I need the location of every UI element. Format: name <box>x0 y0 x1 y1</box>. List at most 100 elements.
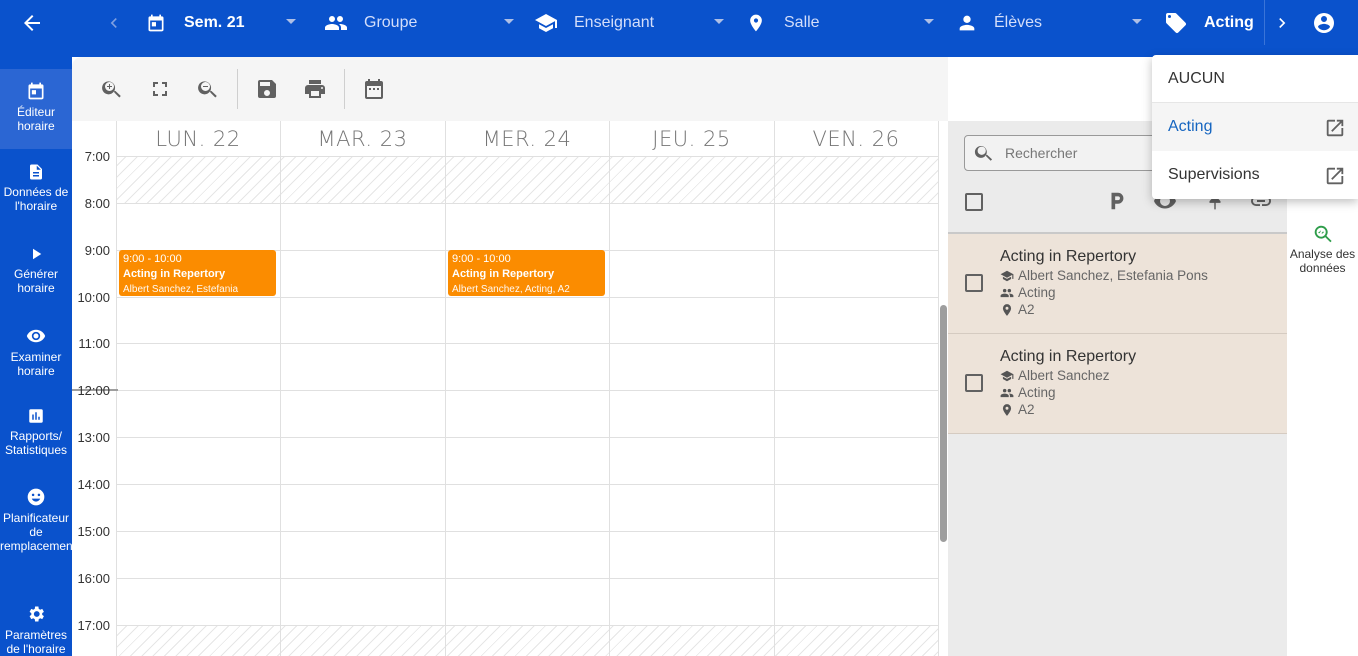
teacher-selector[interactable]: Enseignant <box>534 0 724 45</box>
open-in-new-icon[interactable] <box>1324 117 1346 139</box>
calendar-scrollbar[interactable] <box>940 305 947 542</box>
lesson-teachers-text: Albert Sanchez, Estefania Pons <box>1018 268 1208 283</box>
event-title: Acting in Repertory <box>123 268 226 280</box>
event-time: 9:00 - 10:00 <box>123 253 182 265</box>
day-header: VEN. 26 <box>812 127 900 151</box>
grid-line <box>280 121 281 656</box>
data-analysis-button[interactable]: Analyse des données <box>1287 223 1358 275</box>
calendar-event[interactable]: 9:00 - 10:00 Acting in Repertory Albert … <box>448 250 605 296</box>
room-selector[interactable]: Salle <box>746 0 934 45</box>
analytics-icon <box>1314 225 1332 243</box>
save-icon <box>258 80 276 98</box>
grid-line <box>445 121 446 656</box>
group-selector[interactable]: Groupe <box>324 0 514 45</box>
grid-line <box>938 121 939 656</box>
previous-button[interactable] <box>104 0 124 45</box>
search-icon <box>974 145 993 161</box>
sidebar-item-label: Générer horaire <box>13 267 59 295</box>
select-all-checkbox[interactable] <box>965 193 983 211</box>
calendar-edit-icon <box>28 82 44 100</box>
day-header: MER. 24 <box>482 127 572 151</box>
next-button[interactable] <box>1272 0 1292 45</box>
lesson-checkbox[interactable] <box>965 274 983 292</box>
sidebar-item-generate[interactable]: Générer horaire <box>0 245 72 295</box>
week-selector[interactable]: Sem. 21 <box>146 0 296 45</box>
lesson-teachers: Albert Sanchez <box>1000 368 1110 383</box>
lesson-card[interactable]: Acting in Repertory Albert Sanchez Actin… <box>948 334 1287 434</box>
fullscreen-icon <box>153 82 167 96</box>
lesson-room-text: A2 <box>1018 302 1035 317</box>
week-label: Sem. 21 <box>184 13 245 31</box>
search-input[interactable]: Rechercher <box>964 135 1174 171</box>
lesson-checkbox[interactable] <box>965 374 983 392</box>
lesson-room: A2 <box>1000 302 1035 317</box>
zoom-in-button[interactable] <box>100 77 124 101</box>
chevron-down-icon <box>714 19 724 24</box>
open-in-new-icon[interactable] <box>1324 165 1346 187</box>
document-icon <box>30 164 42 180</box>
lesson-card[interactable]: Acting in Repertory Albert Sanchez, Este… <box>948 234 1287 334</box>
play-icon <box>33 248 42 260</box>
time-label: 14:00 <box>77 477 110 492</box>
time-label: 7:00 <box>84 149 110 164</box>
lesson-title: Acting in Repertory <box>1000 348 1137 365</box>
students-label: Élèves <box>994 13 1043 31</box>
lesson-teachers: Albert Sanchez, Estefania Pons <box>1000 268 1208 283</box>
zoom-out-button[interactable] <box>196 77 220 101</box>
grid-line <box>116 484 938 485</box>
calendar-button[interactable] <box>362 77 386 101</box>
sidebar-item-schedule-editor[interactable]: Éditeur horaire <box>0 69 72 149</box>
sidebar-item-substitute-planner[interactable]: Planificateur de remplacement <box>0 487 76 553</box>
sidebar-item-label: Données de l'horaire <box>3 185 69 213</box>
event-detail: Albert Sanchez, Estefania <box>123 284 239 295</box>
sidebar-item-reports[interactable]: Rapports/ Statistiques <box>0 407 72 457</box>
chevron-down-icon <box>504 19 514 24</box>
tag-dropdown-menu: AUCUN Acting Supervisions <box>1152 55 1358 199</box>
save-button[interactable] <box>255 77 279 101</box>
divider <box>1264 0 1265 45</box>
day-header: JEU. 25 <box>652 127 731 151</box>
calendar-event[interactable]: 9:00 - 10:00 Acting in Repertory Albert … <box>119 250 276 296</box>
sidebar-item-label: Paramètres de l'horaire <box>4 628 68 656</box>
parking-icon[interactable] <box>1106 190 1128 212</box>
top-bar: Sem. 21 Groupe Enseignant Salle Élèves A… <box>0 0 1358 57</box>
grid-line <box>116 297 938 298</box>
arrow-left-icon <box>24 14 40 31</box>
teacher-label: Enseignant <box>574 13 655 31</box>
group-icon <box>325 15 347 30</box>
print-icon <box>305 80 325 98</box>
sidebar-item-review[interactable]: Examiner horaire <box>0 326 72 378</box>
graduation-cap-icon <box>535 13 557 32</box>
sidebar-item-settings[interactable]: Paramètres de l'horaire <box>0 604 72 656</box>
fit-screen-button[interactable] <box>148 77 172 101</box>
lesson-group-text: Acting <box>1018 385 1056 400</box>
menu-item-acting[interactable]: Acting <box>1152 103 1358 151</box>
lesson-group: Acting <box>1000 285 1056 300</box>
menu-item-none[interactable]: AUCUN <box>1152 55 1358 103</box>
sidebar-item-label: Rapports/ Statistiques <box>4 429 68 457</box>
time-label: 17:00 <box>77 618 110 633</box>
calendar-icon <box>365 79 383 99</box>
lesson-group: Acting <box>1000 385 1056 400</box>
account-button[interactable] <box>1312 0 1336 45</box>
print-button[interactable] <box>303 77 327 101</box>
day-header: MAR. 23 <box>317 127 408 151</box>
search-placeholder: Rechercher <box>1005 145 1078 161</box>
location-pin-icon <box>1002 303 1012 316</box>
grid-line <box>116 625 938 626</box>
grid-line <box>116 203 938 204</box>
sidebar-item-schedule-data[interactable]: Données de l'horaire <box>0 163 72 213</box>
toolbar <box>72 57 948 121</box>
room-label: Salle <box>784 13 820 31</box>
chevron-down-icon <box>286 19 296 24</box>
substitute-icon <box>27 488 45 506</box>
toolbar-divider <box>237 69 238 109</box>
students-selector[interactable]: Élèves <box>956 0 1142 45</box>
day-header: LUN. 22 <box>155 127 241 151</box>
zoom-out-icon <box>198 81 217 98</box>
grid-line <box>116 343 938 344</box>
back-button[interactable] <box>20 0 44 45</box>
menu-item-supervisions[interactable]: Supervisions <box>1152 151 1358 199</box>
time-label: 13:00 <box>77 430 110 445</box>
tag-selector[interactable]: Acting <box>1164 0 1254 45</box>
